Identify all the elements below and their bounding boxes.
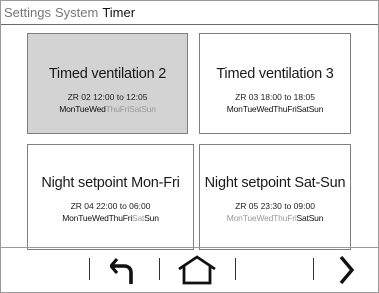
weekday-sat: Sat: [132, 213, 145, 223]
tile-title: Night setpoint Mon-Fri: [41, 175, 180, 191]
weekday-mon: Mon: [62, 213, 79, 223]
weekday-sat: Sat: [129, 104, 142, 114]
weekday-thu: Thu: [273, 104, 288, 114]
weekday-fri: Fri: [119, 104, 130, 114]
weekday-wed: Wed: [256, 104, 274, 114]
weekday-wed: Wed: [256, 213, 274, 223]
breadcrumb-settings[interactable]: Settings: [4, 5, 51, 20]
weekday-mon: Mon: [226, 213, 243, 223]
weekday-sun: Sun: [308, 104, 324, 114]
weekday-sat: Sat: [296, 104, 309, 114]
weekday-sun: Sun: [144, 213, 159, 223]
toolbar-divider: [89, 258, 90, 280]
weekday-tue: Tue: [78, 213, 92, 223]
weekday-sun: Sun: [141, 104, 156, 114]
weekday-thu: Thu: [105, 104, 120, 114]
toolbar-divider: [235, 258, 236, 280]
home-icon: [178, 255, 216, 285]
timer-screen: Settings System Timer Timed ventilation …: [0, 0, 379, 293]
tile-days: MonTueWedThuFriSatSun: [200, 104, 350, 114]
weekday-mon: Mon: [226, 104, 243, 114]
breadcrumb-system[interactable]: System: [55, 5, 98, 20]
weekday-thu: Thu: [108, 213, 123, 223]
back-button[interactable]: [93, 248, 153, 292]
weekday-fri: Fri: [287, 213, 297, 223]
weekday-mon: Mon: [59, 104, 76, 114]
tile-schedule: ZR 04 22:00 to 06:00: [70, 201, 151, 211]
tile-schedule: ZR 05 23:30 to 09:00: [235, 201, 315, 211]
toolbar-divider: [313, 258, 314, 280]
bottom-toolbar: [1, 247, 378, 292]
tile-days: MonTueWedThuFriSatSun: [200, 213, 350, 223]
back-arrow-icon: [110, 257, 133, 284]
weekday-sat: Sat: [296, 213, 309, 223]
weekday-thu: Thu: [273, 213, 288, 223]
chevron-right-icon: [339, 255, 355, 285]
timer-tile[interactable]: Night setpoint Sat-Sun ZR 05 23:30 to 09…: [199, 144, 351, 250]
tile-title: Night setpoint Sat-Sun: [204, 175, 346, 191]
tile-title: Timed ventilation 2: [48, 66, 167, 82]
tile-schedule: ZR 03 18:00 to 18:05: [235, 92, 315, 102]
tile-title: Timed ventilation 3: [216, 66, 334, 82]
weekday-fri: Fri: [122, 213, 133, 223]
timer-tile[interactable]: Timed ventilation 3 ZR 03 18:00 to 18:05…: [199, 33, 351, 134]
tile-schedule: ZR 02 12:00 to 12:05: [67, 92, 148, 102]
weekday-tue: Tue: [242, 104, 257, 114]
weekday-wed: Wed: [91, 213, 109, 223]
weekday-tue: Tue: [242, 213, 257, 223]
weekday-sun: Sun: [308, 213, 324, 223]
toolbar-divider: [159, 258, 160, 280]
weekday-wed: Wed: [88, 104, 106, 114]
tile-days: MonTueWedThuFriSatSun: [28, 213, 193, 223]
breadcrumb: Settings System Timer: [1, 1, 378, 25]
next-button[interactable]: [327, 248, 367, 292]
home-button[interactable]: [167, 248, 227, 292]
breadcrumb-current: Timer: [102, 5, 136, 20]
tile-days: MonTueWedThuFriSatSun: [28, 104, 187, 114]
timer-tile[interactable]: Timed ventilation 2 ZR 02 12:00 to 12:05…: [27, 33, 188, 134]
timer-grid: Timed ventilation 2 ZR 02 12:00 to 12:05…: [27, 33, 351, 250]
weekday-tue: Tue: [75, 104, 89, 114]
timer-tile[interactable]: Night setpoint Mon-Fri ZR 04 22:00 to 06…: [27, 144, 194, 250]
weekday-fri: Fri: [287, 104, 297, 114]
